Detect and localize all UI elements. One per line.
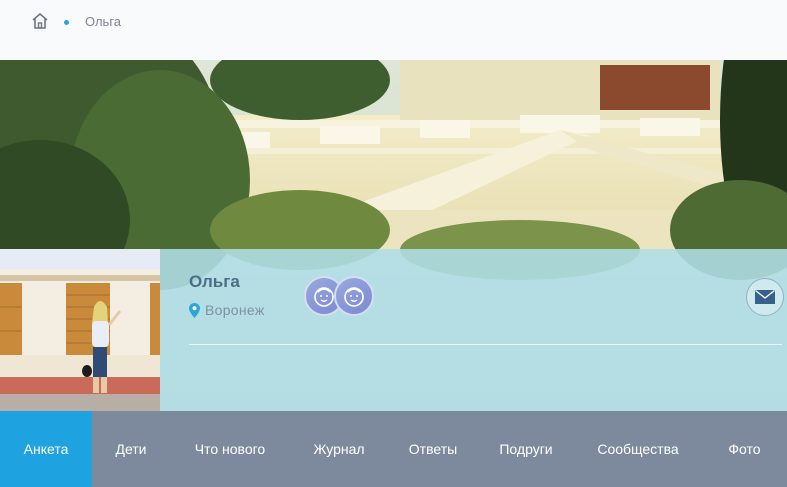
profile-divider — [189, 344, 782, 345]
mail-icon — [755, 290, 775, 304]
message-button[interactable] — [746, 278, 784, 316]
tab-whats-new[interactable]: Что нового — [170, 411, 290, 487]
child-badge-2[interactable] — [334, 276, 374, 316]
tab-anketa[interactable]: Анкета — [0, 411, 92, 487]
tab-journal[interactable]: Журнал — [290, 411, 388, 487]
location-pin-icon — [189, 302, 200, 318]
profile-info-panel — [160, 249, 787, 411]
tab-children[interactable]: Дети — [92, 411, 170, 487]
profile-city-label: Воронеж — [205, 302, 265, 318]
profile-tabs: Анкета Дети Что нового Журнал Ответы Под… — [0, 411, 787, 487]
kid-icon — [344, 287, 364, 307]
breadcrumb: Ольга — [0, 0, 787, 60]
tab-photo[interactable]: Фото — [702, 411, 787, 487]
breadcrumb-current: Ольга — [85, 14, 122, 29]
home-icon[interactable] — [32, 12, 48, 30]
profile-name[interactable]: Ольга — [189, 272, 240, 292]
profile-city: Воронеж — [189, 302, 265, 318]
tab-friends[interactable]: Подруги — [478, 411, 574, 487]
tab-answers[interactable]: Ответы — [388, 411, 478, 487]
avatar[interactable] — [0, 249, 160, 411]
breadcrumb-separator — [64, 20, 69, 25]
tab-communities[interactable]: Сообщества — [574, 411, 702, 487]
